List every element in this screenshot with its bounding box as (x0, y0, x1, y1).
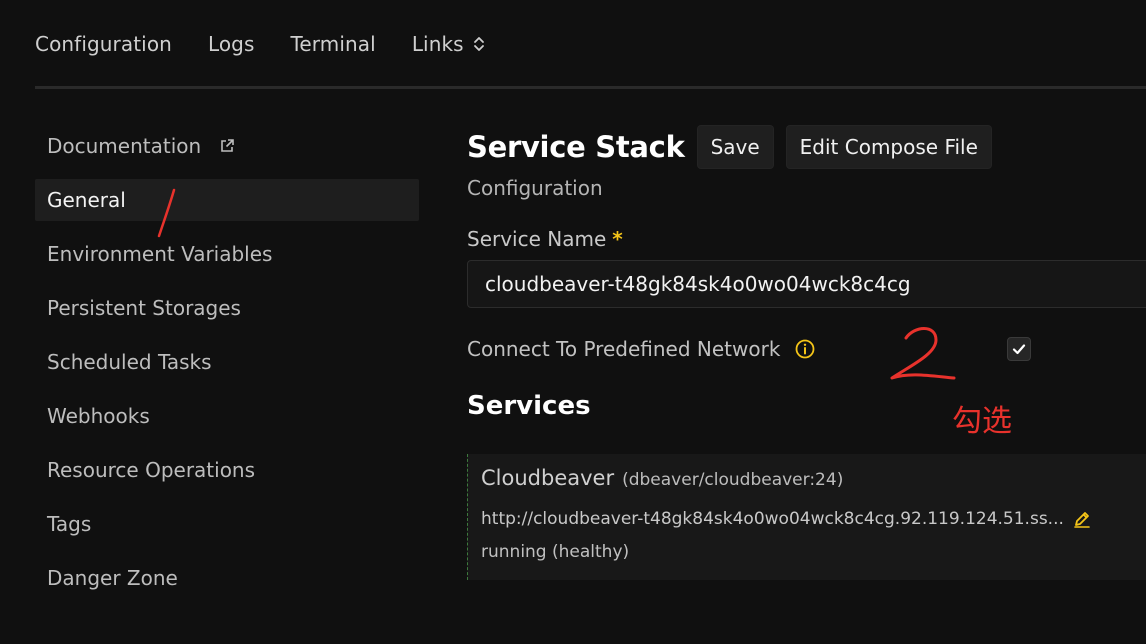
network-label: Connect To Predefined Network (467, 337, 781, 361)
service-card[interactable]: Cloudbeaver (dbeaver/cloudbeaver:24) htt… (467, 454, 1146, 580)
sidebar-item-documentation[interactable]: Documentation (35, 119, 419, 173)
sidebar-item-label: General (47, 188, 126, 212)
sidebar-item-environment-variables[interactable]: Environment Variables (35, 227, 419, 281)
service-name-row: Cloudbeaver (dbeaver/cloudbeaver:24) (481, 466, 1146, 496)
title-row: Service Stack Save Edit Compose File (467, 124, 1146, 170)
sidebar-item-label: Resource Operations (47, 458, 256, 482)
tab-terminal[interactable]: Terminal (290, 32, 375, 56)
sidebar-item-label: Webhooks (47, 404, 150, 428)
top-nav: Configuration Logs Terminal Links (35, 28, 486, 60)
tab-terminal-label: Terminal (290, 32, 376, 56)
sidebar-item-label: Environment Variables (47, 242, 273, 266)
service-name-label: Service Name * (467, 224, 1146, 254)
tab-logs-label: Logs (207, 32, 255, 56)
service-url[interactable]: http://cloudbeaver-t48gk84sk4o0wo04wck8c… (481, 509, 1064, 529)
info-icon[interactable] (794, 338, 816, 360)
sidebar-item-label: Danger Zone (47, 566, 178, 590)
network-row: Connect To Predefined Network (467, 332, 1146, 366)
page-title: Service Stack (467, 130, 685, 164)
tab-configuration[interactable]: Configuration (35, 32, 172, 56)
chevron-up-down-icon (473, 37, 484, 51)
service-name-value: cloudbeaver-t48gk84sk4o0wo04wck8c4cg (485, 272, 911, 296)
edit-link-icon[interactable] (1072, 509, 1092, 529)
edit-compose-file-button[interactable]: Edit Compose File (785, 125, 992, 169)
sidebar-item-persistent-storages[interactable]: Persistent Storages (35, 281, 419, 335)
sidebar-item-danger-zone[interactable]: Danger Zone (35, 551, 419, 605)
sidebar-item-label: Documentation (47, 134, 202, 158)
service-image: (dbeaver/cloudbeaver:24) (622, 470, 844, 490)
sidebar-item-scheduled-tasks[interactable]: Scheduled Tasks (35, 335, 419, 389)
sidebar: Documentation General Environment Variab… (35, 119, 419, 605)
main-content: Service Stack Save Edit Compose File Con… (467, 124, 1146, 580)
annotation-check-text: 勾选 (952, 404, 1012, 439)
tab-links-label: Links (411, 32, 464, 56)
service-name-input[interactable]: cloudbeaver-t48gk84sk4o0wo04wck8c4cg (467, 260, 1146, 308)
external-link-icon (221, 139, 234, 152)
tab-logs[interactable]: Logs (208, 32, 255, 56)
service-name-label-text: Service Name (467, 227, 607, 251)
tab-links[interactable]: Links (412, 32, 486, 56)
sidebar-item-general[interactable]: General (35, 179, 419, 221)
connect-network-checkbox[interactable] (1007, 337, 1031, 361)
sidebar-item-tags[interactable]: Tags (35, 497, 419, 551)
check-icon (1012, 344, 1026, 355)
sidebar-item-resource-operations[interactable]: Resource Operations (35, 443, 419, 497)
nav-divider (35, 86, 1146, 89)
service-name: Cloudbeaver (481, 466, 615, 490)
service-status: running (healthy) (481, 542, 630, 562)
sidebar-item-label: Persistent Storages (47, 296, 241, 320)
page-subtitle: Configuration (467, 176, 603, 200)
sidebar-item-label: Scheduled Tasks (47, 350, 212, 374)
service-url-row: http://cloudbeaver-t48gk84sk4o0wo04wck8c… (481, 506, 1146, 532)
sidebar-item-label: Tags (47, 512, 92, 536)
tab-configuration-label: Configuration (35, 32, 172, 56)
required-mark: * (612, 227, 623, 251)
save-button[interactable]: Save (696, 125, 774, 169)
sidebar-item-webhooks[interactable]: Webhooks (35, 389, 419, 443)
services-title: Services (467, 391, 591, 421)
